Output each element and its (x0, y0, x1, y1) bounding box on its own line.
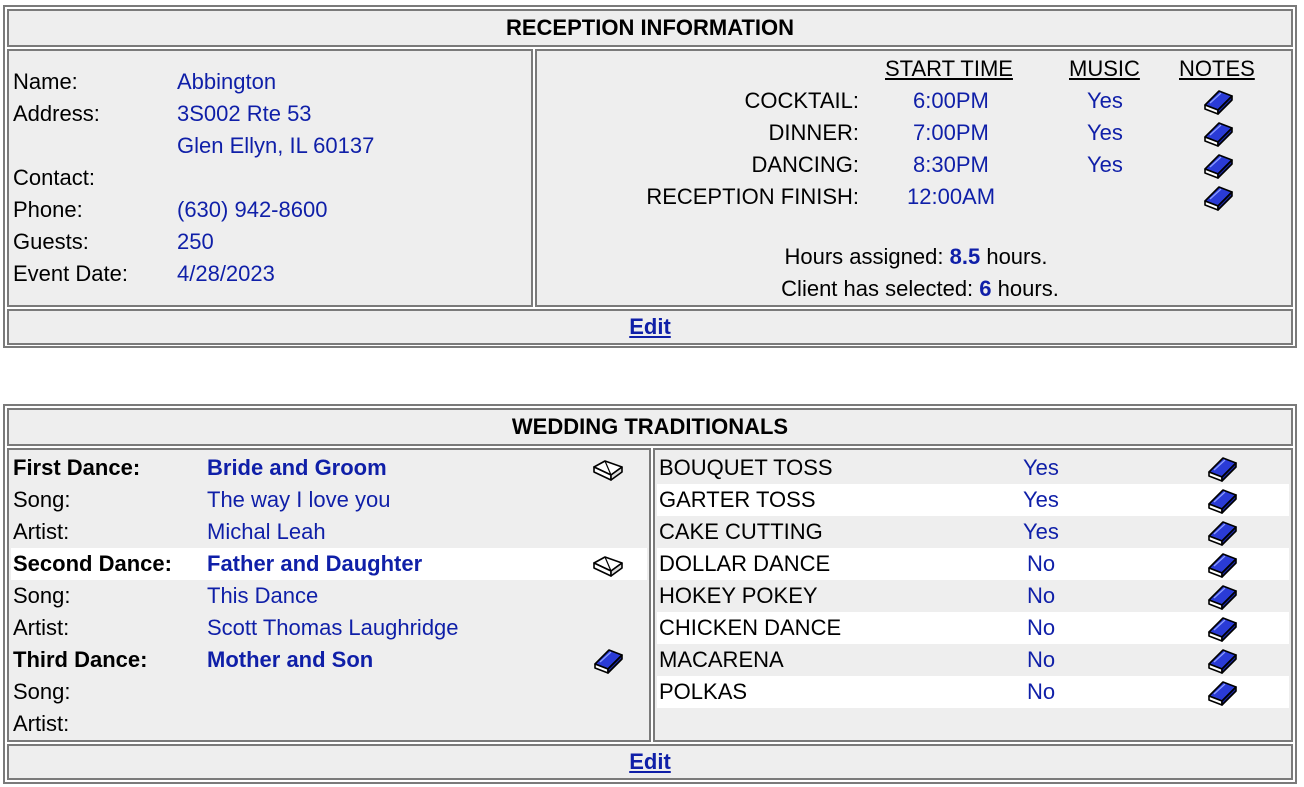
address-label: Address: (13, 101, 100, 126)
event-time: 7:00PM (913, 120, 989, 145)
dance-name: Mother and Son (207, 647, 374, 672)
reception-edit-link[interactable]: Edit (629, 314, 671, 339)
event-label: RECEPTION FINISH: (646, 184, 859, 209)
client-selected: Client has selected: 6 hours. (541, 276, 1299, 302)
event-time: 12:00AM (907, 184, 996, 209)
tradition-value: Yes (1023, 455, 1059, 480)
event-date-label: Event Date: (13, 261, 128, 286)
contact-label: Contact: (13, 165, 95, 190)
blue-book-icon[interactable] (1205, 614, 1239, 644)
artist-value: Scott Thomas Laughridge (207, 615, 459, 640)
tradition-value: No (1027, 647, 1056, 672)
tradition-row (657, 676, 1289, 708)
reception-edit-cell: Edit (7, 309, 1293, 345)
tradition-value: No (1027, 551, 1056, 576)
phone-label: Phone: (13, 197, 83, 222)
song-label: Song: (13, 679, 71, 704)
song-label: Song: (13, 487, 71, 512)
reception-info-panel: RECEPTION INFORMATION Name: Abbington Ad… (3, 5, 1297, 348)
tradition-value: Yes (1023, 519, 1059, 544)
hours-assigned-value: 8.5 (949, 244, 981, 269)
blue-book-icon[interactable] (1205, 518, 1239, 548)
blue-book-icon[interactable] (1205, 582, 1239, 612)
blue-book-icon[interactable] (1201, 119, 1235, 149)
tradition-value: Yes (1023, 487, 1059, 512)
notes-column-header: NOTES (1179, 56, 1255, 81)
phone-value: (630) 942-8600 (177, 197, 328, 222)
client-selected-value: 6 (979, 276, 992, 301)
event-time: 6:00PM (913, 88, 989, 113)
event-music: Yes (1087, 120, 1123, 145)
artist-label: Artist: (13, 519, 70, 544)
tradition-label: BOUQUET TOSS (659, 455, 833, 480)
tradition-label: CHICKEN DANCE (659, 615, 842, 640)
traditionals-edit-cell: Edit (7, 744, 1293, 780)
tradition-label: DOLLAR DANCE (659, 551, 831, 576)
song-value: The way I love you (207, 487, 391, 512)
client-selected-prefix: Client has selected: (781, 276, 974, 301)
reception-details-cell: Name: Abbington Address: 3S002 Rte 53 Gl… (7, 49, 533, 307)
address-line1-value: 3S002 Rte 53 (177, 101, 312, 126)
tradition-label: MACARENA (659, 647, 784, 672)
dance-name: Father and Daughter (207, 551, 423, 576)
open-book-outline-icon[interactable] (591, 455, 625, 485)
hours-assigned-prefix: Hours assigned: (784, 244, 944, 269)
event-date-value: 4/28/2023 (177, 261, 275, 286)
tradition-value: No (1027, 679, 1056, 704)
client-selected-suffix: hours. (997, 276, 1059, 301)
event-label: DANCING: (751, 152, 859, 177)
tradition-label: GARTER TOSS (659, 487, 816, 512)
blue-book-icon[interactable] (1201, 151, 1235, 181)
blue-book-icon[interactable] (591, 646, 625, 676)
event-music: Yes (1087, 88, 1123, 113)
reception-info-title: RECEPTION INFORMATION (7, 9, 1293, 47)
dance-label: First Dance: (13, 455, 141, 480)
reception-info-title-text: RECEPTION INFORMATION (505, 15, 795, 40)
hours-assigned-suffix: hours. (986, 244, 1048, 269)
artist-label: Artist: (13, 615, 70, 640)
guests-label: Guests: (13, 229, 89, 254)
event-time: 8:30PM (913, 152, 989, 177)
start-time-column-header: START TIME (885, 56, 1013, 81)
tradition-label: HOKEY POKEY (659, 583, 818, 608)
wedding-traditionals-panel: WEDDING TRADITIONALS First Dance: Bride … (3, 404, 1297, 784)
traditionals-title: WEDDING TRADITIONALS (7, 408, 1293, 446)
tradition-label: CAKE CUTTING (659, 519, 823, 544)
open-book-outline-icon[interactable] (591, 551, 625, 581)
event-label: COCKTAIL: (744, 88, 859, 113)
music-column-header: MUSIC (1069, 56, 1140, 81)
tradition-value: No (1027, 615, 1056, 640)
song-value: This Dance (207, 583, 319, 608)
tradition-label: POLKAS (659, 679, 748, 704)
event-label: DINNER: (768, 120, 859, 145)
blue-book-icon[interactable] (1205, 486, 1239, 516)
blue-book-icon[interactable] (1205, 678, 1239, 708)
song-label: Song: (13, 583, 71, 608)
dances-cell: First Dance: Bride and Groom Song: The w… (7, 448, 651, 742)
traditions-cell: BOUQUET TOSS Yes GARTER TOSS Yes CAKE CU… (653, 448, 1293, 742)
tradition-value: No (1027, 583, 1056, 608)
reception-schedule-cell: START TIME MUSIC NOTES COCKTAIL: 6:00PM … (535, 49, 1293, 307)
blue-book-icon[interactable] (1205, 454, 1239, 484)
blue-book-icon[interactable] (1201, 183, 1235, 213)
guests-value: 250 (177, 229, 214, 254)
dance-name: Bride and Groom (207, 455, 387, 480)
traditionals-title-text: WEDDING TRADITIONALS (511, 414, 789, 439)
artist-value: Michal Leah (207, 519, 326, 544)
blue-book-icon[interactable] (1205, 550, 1239, 580)
address-line2-value: Glen Ellyn, IL 60137 (177, 133, 375, 158)
name-label: Name: (13, 69, 78, 94)
dance-label: Second Dance: (13, 551, 172, 576)
blue-book-icon[interactable] (1205, 646, 1239, 676)
event-music: Yes (1087, 152, 1123, 177)
artist-label: Artist: (13, 711, 70, 736)
blue-book-icon[interactable] (1201, 87, 1235, 117)
name-value: Abbington (177, 69, 277, 94)
hours-assigned: Hours assigned: 8.5 hours. (537, 244, 1295, 270)
dance-label: Third Dance: (13, 647, 148, 672)
traditionals-edit-link[interactable]: Edit (629, 749, 671, 774)
